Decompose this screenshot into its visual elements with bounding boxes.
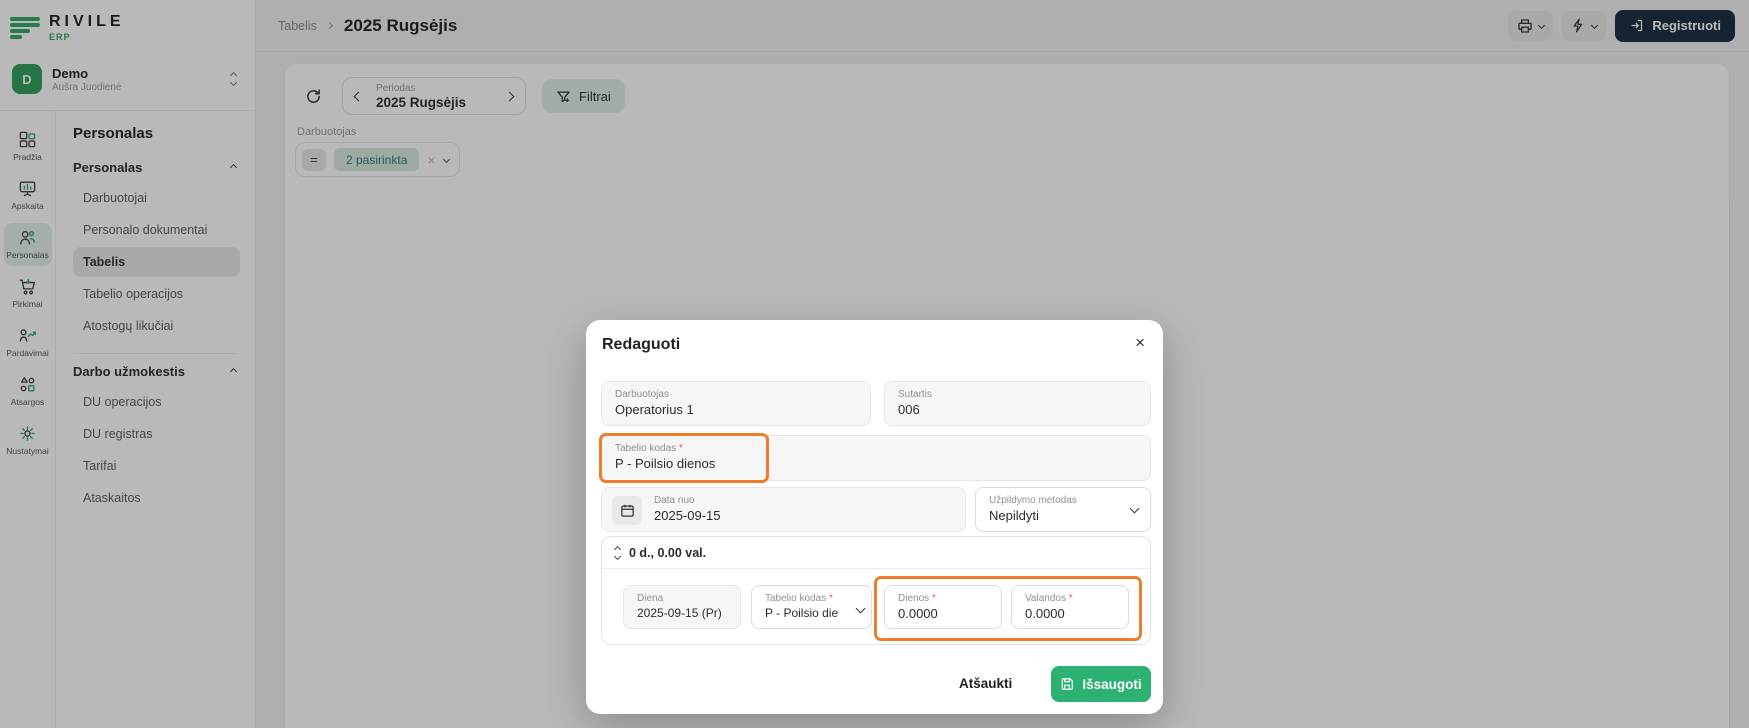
date-from-field[interactable]: Data nuo 2025-09-15	[601, 487, 966, 532]
day-days-input[interactable]: Dienos * 0.0000	[884, 585, 1002, 629]
expand-updown-icon	[615, 547, 620, 559]
day-code-select[interactable]: Tabelio kodas * P - Poilsio die	[751, 585, 872, 629]
modal-title: Redaguoti	[602, 336, 680, 354]
day-date-field: Diena 2025-09-15 (Pr)	[623, 585, 741, 629]
timesheet-code-field[interactable]: Tabelio kodas * P - Poilsio dienos	[601, 435, 1151, 481]
days-summary-header[interactable]: 0 d., 0.00 val.	[602, 537, 1150, 569]
calendar-icon[interactable]	[612, 496, 642, 525]
cancel-button[interactable]: Atšaukti	[959, 676, 1012, 691]
edit-modal: Redaguoti × Darbuotojas Operatorius 1 Su…	[586, 320, 1163, 714]
contract-field: Sutartis 006	[884, 381, 1151, 426]
day-hours-input[interactable]: Valandos * 0.0000	[1011, 585, 1129, 629]
save-button[interactable]: Išsaugoti	[1051, 666, 1151, 702]
employee-field: Darbuotojas Operatorius 1	[601, 381, 871, 426]
fill-method-select[interactable]: Užpildymo metodas Nepildyti	[975, 487, 1151, 532]
save-icon	[1060, 677, 1074, 691]
timesheet-app: RIVILE ERP D Demo Aušra Juodienė Pradžia…	[0, 0, 1749, 728]
close-icon[interactable]: ×	[1131, 330, 1149, 355]
